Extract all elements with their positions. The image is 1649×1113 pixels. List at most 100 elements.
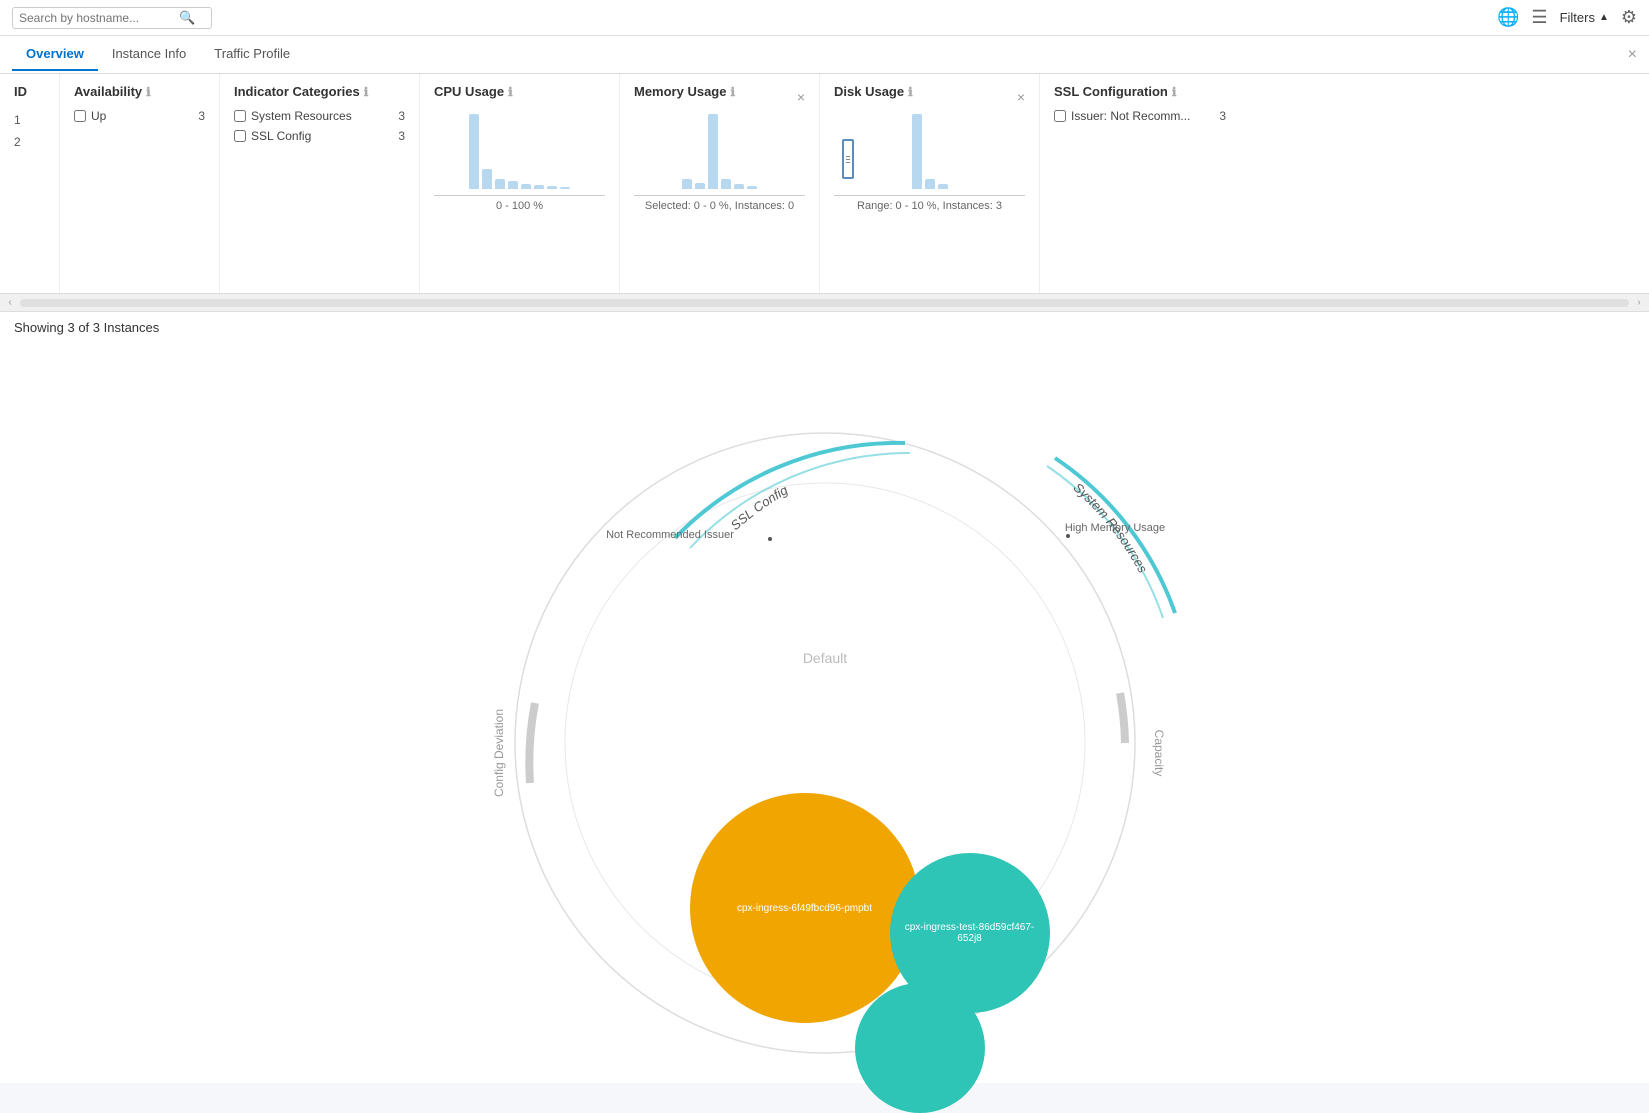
topbar-right: 🌐 ☰ Filters ▲ ⚙ <box>1497 7 1637 28</box>
filter-availability-section: Availability ℹ Up 3 <box>60 74 220 293</box>
bubble-cpx-ingress-1[interactable]: cpx-ingress-6f49fbcd96-pmpbt <box>690 793 920 1023</box>
scroll-track[interactable] <box>20 299 1629 307</box>
cpu-range-label: 0 - 100 % <box>434 200 605 212</box>
filter-id-label: ID <box>14 84 27 99</box>
memory-close-icon[interactable]: × <box>797 89 805 105</box>
search-input[interactable] <box>19 11 179 25</box>
not-recommended-label: Not Recommended Issuer <box>606 529 734 541</box>
filter-availability-header: Availability ℹ <box>74 84 205 99</box>
memory-chart-area <box>634 109 805 189</box>
filters-button[interactable]: Filters ▲ <box>1560 10 1609 25</box>
cpu-bar-2 <box>482 169 492 189</box>
filter-id-header: ID <box>14 84 45 99</box>
high-memory-label: High Memory Usage <box>1064 522 1164 534</box>
availability-label: Availability <box>74 84 142 99</box>
ssl-issuer-row: Issuer: Not Recomm... 3 <box>1054 109 1226 123</box>
cpu-usage-label: CPU Usage <box>434 84 504 99</box>
availability-up-checkbox[interactable] <box>74 110 86 122</box>
indicator-categories-info-icon: ℹ <box>364 85 369 99</box>
ssl-issuer-checkbox[interactable] <box>1054 110 1066 122</box>
cpu-bar-8 <box>560 187 570 189</box>
disk-close-icon[interactable]: × <box>1017 89 1025 105</box>
system-resources-text: System Resources <box>251 109 352 123</box>
memory-info-icon: ℹ <box>730 85 735 99</box>
memory-range-label: Selected: 0 - 0 %, Instances: 0 <box>634 200 805 212</box>
globe-icon[interactable]: 🌐 <box>1497 7 1519 28</box>
filters-label: Filters <box>1560 10 1595 25</box>
indicator-categories-label: Indicator Categories <box>234 84 360 99</box>
cpu-bar-7 <box>547 186 557 189</box>
cpu-bar-6 <box>534 185 544 189</box>
availability-up-row: Up 3 <box>74 109 205 123</box>
ssl-config-text: SSL Config <box>251 129 311 143</box>
filter-disk-section: Disk Usage ℹ × Range: 0 - 10 %, Instance… <box>820 74 1040 293</box>
cpu-bar-5 <box>521 184 531 189</box>
scroll-right-icon[interactable]: › <box>1629 297 1649 308</box>
scroll-row: ‹ › <box>0 294 1649 312</box>
disk-bar-1 <box>912 114 922 189</box>
default-text: Default <box>802 650 846 666</box>
topbar: 🔍 🌐 ☰ Filters ▲ ⚙ <box>0 0 1649 36</box>
tab-traffic-profile[interactable]: Traffic Profile <box>200 38 304 71</box>
filters-chevron-icon: ▲ <box>1599 12 1609 23</box>
disk-slider-handle[interactable] <box>842 139 854 179</box>
menu-icon[interactable]: ☰ <box>1531 7 1547 28</box>
availability-up-label[interactable]: Up <box>74 109 106 123</box>
disk-info-icon: ℹ <box>908 85 913 99</box>
nav-tabs: Overview Instance Info Traffic Profile × <box>0 36 1649 74</box>
mem-bar-6 <box>747 186 757 189</box>
search-icon: 🔍 <box>179 10 195 26</box>
filter-id-row-2: 2 <box>14 131 45 153</box>
ssl-config-row: SSL Config 3 <box>234 129 405 143</box>
filter-panel: ID 1 2 Availability ℹ Up 3 Indicator Cat… <box>0 74 1649 294</box>
ssl-config-label[interactable]: SSL Config <box>234 129 311 143</box>
tab-instance-info[interactable]: Instance Info <box>98 38 200 71</box>
filter-indicator-section: Indicator Categories ℹ System Resources … <box>220 74 420 293</box>
system-resources-count: 3 <box>398 109 405 123</box>
ssl-issuer-label[interactable]: Issuer: Not Recomm... <box>1054 109 1190 123</box>
ssl-config-count: 3 <box>398 129 405 143</box>
gear-icon[interactable]: ⚙ <box>1621 7 1637 28</box>
filter-ssl-header: SSL Configuration ℹ <box>1054 84 1226 99</box>
filter-cpu-section: CPU Usage ℹ 0 - 100 % <box>420 74 620 293</box>
filter-id-section: ID 1 2 <box>0 74 60 293</box>
memory-usage-label: Memory Usage <box>634 84 726 99</box>
mem-bar-5 <box>734 184 744 189</box>
ssl-configuration-label: SSL Configuration <box>1054 84 1168 99</box>
cpu-chart-area <box>434 109 605 189</box>
filter-memory-header: Memory Usage ℹ <box>634 84 735 99</box>
availability-up-count: 3 <box>198 109 205 123</box>
filter-cpu-header: CPU Usage ℹ <box>434 84 605 99</box>
availability-info-icon: ℹ <box>146 85 151 99</box>
disk-usage-label: Disk Usage <box>834 84 904 99</box>
nav-close-icon[interactable]: × <box>1628 46 1637 64</box>
capacity-label: Capacity <box>1152 730 1166 777</box>
ssl-issuer-text: Issuer: Not Recomm... <box>1071 109 1190 123</box>
ssl-issuer-count: 3 <box>1219 109 1226 123</box>
system-resources-row: System Resources 3 <box>234 109 405 123</box>
cpu-bar-3 <box>495 179 505 189</box>
mem-bar-4 <box>721 179 731 189</box>
config-deviation-label: Config Deviation <box>492 709 506 797</box>
search-box[interactable]: 🔍 <box>12 7 212 29</box>
cpu-bar-1 <box>469 114 479 189</box>
ssl-config-checkbox[interactable] <box>234 130 246 142</box>
filter-indicator-header: Indicator Categories ℹ <box>234 84 405 99</box>
disk-range-label: Range: 0 - 10 %, Instances: 3 <box>834 200 1025 212</box>
bubble-cpx-bottom[interactable] <box>855 983 985 1113</box>
disk-bar-3 <box>938 184 948 189</box>
availability-up-text: Up <box>91 109 106 123</box>
tab-overview[interactable]: Overview <box>12 38 98 71</box>
cpu-bar-4 <box>508 181 518 189</box>
filter-ssl-section: SSL Configuration ℹ Issuer: Not Recomm..… <box>1040 74 1240 293</box>
filter-id-row-1: 1 <box>14 109 45 131</box>
cpu-info-icon: ℹ <box>508 85 513 99</box>
instances-label: Showing 3 of 3 Instances <box>0 312 1649 343</box>
circle-diagram: SSL Config System Resources Not Recommen… <box>475 363 1175 1063</box>
system-resources-checkbox[interactable] <box>234 110 246 122</box>
bubble-cpx-ingress-1-label: cpx-ingress-6f49fbcd96-pmpbt <box>727 893 882 924</box>
ssl-config-info-icon: ℹ <box>1172 85 1177 99</box>
scroll-left-icon[interactable]: ‹ <box>0 297 20 308</box>
system-resources-label[interactable]: System Resources <box>234 109 352 123</box>
mem-bar-1 <box>682 179 692 189</box>
